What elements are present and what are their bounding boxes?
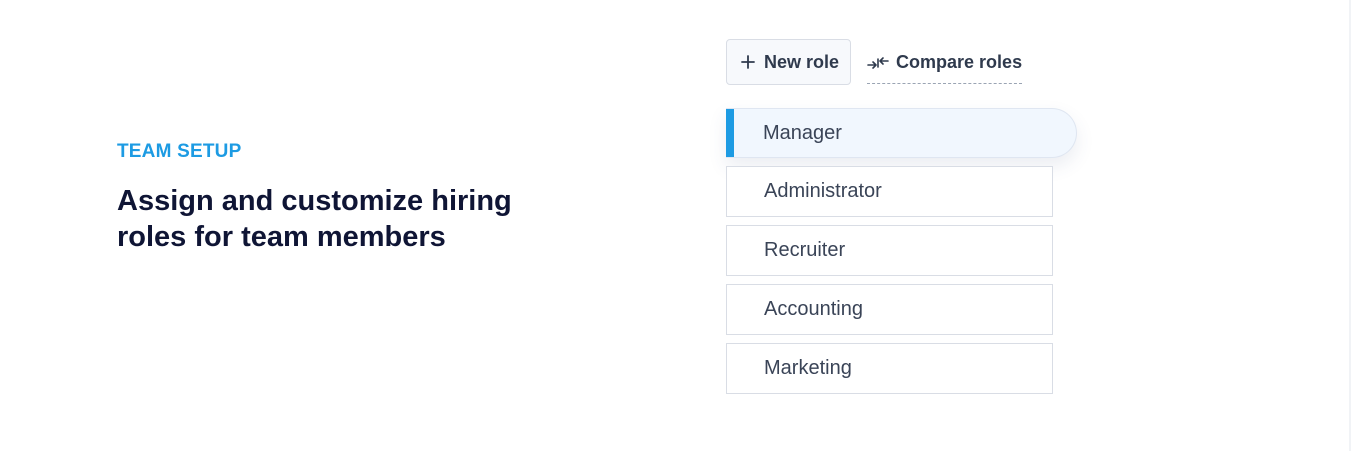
role-item-recruiter[interactable]: Recruiter (726, 225, 1053, 276)
role-label: Manager (763, 121, 842, 144)
role-label: Recruiter (764, 239, 846, 261)
role-item-administrator[interactable]: Administrator (726, 166, 1053, 217)
roles-toolbar: New role Compare roles (726, 38, 1023, 86)
plus-icon (741, 55, 755, 69)
section-headline: Assign and customize hiring roles for te… (117, 185, 512, 253)
compare-roles-button[interactable]: Compare roles (867, 40, 1023, 84)
role-item-manager[interactable]: Manager (726, 108, 1077, 158)
role-label: Accounting (764, 298, 863, 320)
active-indicator (726, 109, 734, 157)
new-role-button[interactable]: New role (726, 39, 852, 85)
compare-arrows-icon (867, 56, 889, 70)
compare-roles-label: Compare roles (896, 52, 1023, 72)
role-label: Administrator (764, 180, 882, 202)
new-role-label: New role (764, 51, 840, 72)
intro-section: TEAM SETUP Assign and customize hiring r… (117, 141, 557, 255)
section-eyebrow: TEAM SETUP (117, 141, 242, 162)
roles-list: Manager Administrator Recruiter Accounti… (726, 108, 1078, 402)
role-label: Marketing (764, 357, 852, 379)
role-item-accounting[interactable]: Accounting (726, 284, 1053, 335)
role-item-marketing[interactable]: Marketing (726, 343, 1053, 394)
